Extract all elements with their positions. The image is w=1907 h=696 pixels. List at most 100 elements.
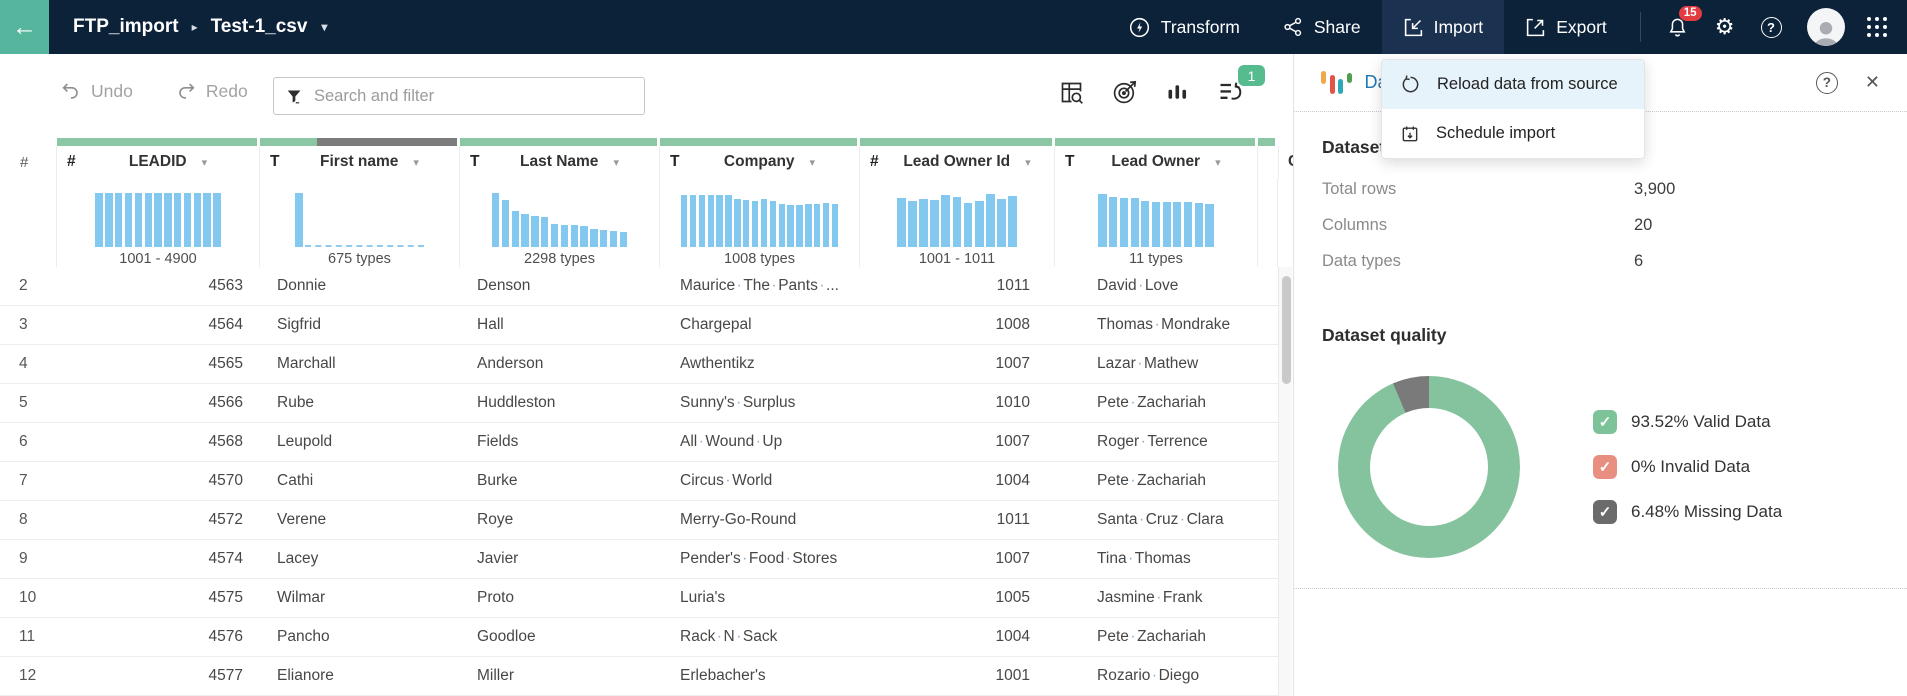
cell-last_name[interactable]: Fields (460, 423, 660, 461)
quality-legend-item[interactable]: ✓6.48% Missing Data (1593, 500, 1782, 524)
cell-lead_owner_id[interactable]: 1004 (860, 618, 1055, 656)
cell-lead_owner[interactable]: Santa·Cruz·Clara (1055, 501, 1258, 539)
cell-lead_owner[interactable]: Pete·Zachariah (1055, 618, 1258, 656)
cell-leadid[interactable]: 4575 (57, 579, 260, 617)
cell-lead_owner_id[interactable]: 1011 (860, 267, 1055, 305)
cell-first_name[interactable]: Cathi (260, 462, 460, 500)
chevron-down-icon[interactable]: ▾ (613, 156, 619, 169)
column-histogram[interactable] (1258, 178, 1278, 267)
cell-last_name[interactable]: Proto (460, 579, 660, 617)
data-quality-target-button[interactable] (1111, 79, 1138, 106)
share-button[interactable]: Share (1261, 0, 1382, 54)
table-search-button[interactable] (1058, 79, 1085, 106)
scrollbar-thumb[interactable] (1282, 276, 1291, 384)
checkbox-checked-icon[interactable]: ✓ (1593, 410, 1617, 434)
cell-lead_owner_id[interactable]: 1007 (860, 345, 1055, 383)
redo-button[interactable]: Redo (175, 80, 248, 102)
cell-leadid[interactable]: 4565 (57, 345, 260, 383)
cell-lead_owner[interactable]: Tina·Thomas (1055, 540, 1258, 578)
column-header-clipped[interactable]: C (1258, 146, 1279, 178)
cell-last_name[interactable]: Miller (460, 657, 660, 695)
checkbox-checked-icon[interactable]: ✓ (1593, 500, 1617, 524)
close-icon[interactable]: ✕ (1865, 72, 1880, 93)
cell-leadid[interactable]: 4576 (57, 618, 260, 656)
cell-lead_owner_id[interactable]: 1007 (860, 540, 1055, 578)
cell-company[interactable]: All·Wound·Up (660, 423, 860, 461)
cell-lead_owner[interactable]: Roger·Terrence (1055, 423, 1258, 461)
cell-lead_owner[interactable]: Jasmine·Frank (1055, 579, 1258, 617)
column-header-last_name[interactable]: TLast Name▾ (460, 146, 660, 178)
chevron-down-icon[interactable]: ▾ (1215, 156, 1221, 169)
column-histogram[interactable]: 1001 - 1011 (860, 178, 1055, 267)
column-header-first_name[interactable]: TFirst name▾ (260, 146, 460, 178)
help-button[interactable]: ? (1748, 0, 1795, 54)
cell-lead_owner_id[interactable]: 1007 (860, 423, 1055, 461)
column-stats-button[interactable] (1164, 79, 1191, 106)
cell-last_name[interactable]: Goodloe (460, 618, 660, 656)
applied-steps-button[interactable]: 1 (1217, 78, 1245, 106)
export-button[interactable]: Export (1504, 0, 1628, 54)
cell-lead_owner[interactable]: Pete·Zachariah (1055, 384, 1258, 422)
cell-lead_owner_id[interactable]: 1005 (860, 579, 1055, 617)
column-histogram[interactable]: 11 types (1055, 178, 1258, 267)
cell-first_name[interactable]: Marchall (260, 345, 460, 383)
cell-first_name[interactable]: Elianore (260, 657, 460, 695)
cell-clipped[interactable] (1258, 345, 1278, 383)
cell-lead_owner[interactable]: David·Love (1055, 267, 1258, 305)
cell-leadid[interactable]: 4564 (57, 306, 260, 344)
column-histogram[interactable] (0, 178, 57, 267)
chevron-down-icon[interactable]: ▾ (202, 156, 208, 169)
back-button[interactable]: ← (0, 0, 49, 54)
menu-item-schedule-import[interactable]: Schedule import (1382, 109, 1644, 158)
cell-company[interactable]: Erlebacher's (660, 657, 860, 695)
cell-lead_owner_id[interactable]: 1008 (860, 306, 1055, 344)
cell-leadid[interactable]: 4577 (57, 657, 260, 695)
cell-leadid[interactable]: 4566 (57, 384, 260, 422)
quality-legend-item[interactable]: ✓93.52% Valid Data (1593, 410, 1782, 434)
cell-lead_owner[interactable]: Lazar·Mathew (1055, 345, 1258, 383)
dataset-caret-icon[interactable]: ▾ (321, 20, 327, 34)
import-button[interactable]: Import (1382, 0, 1505, 54)
cell-first_name[interactable]: Donnie (260, 267, 460, 305)
cell-lead_owner[interactable]: Rozario·Diego (1055, 657, 1258, 695)
cell-first_name[interactable]: Sigfrid (260, 306, 460, 344)
column-header-rownum[interactable]: # (0, 146, 57, 178)
cell-leadid[interactable]: 4568 (57, 423, 260, 461)
cell-leadid[interactable]: 4572 (57, 501, 260, 539)
cell-lead_owner[interactable]: Thomas·Mondrake (1055, 306, 1258, 344)
cell-clipped[interactable] (1258, 384, 1278, 422)
column-histogram[interactable]: 1008 types (660, 178, 860, 267)
cell-leadid[interactable]: 4574 (57, 540, 260, 578)
cell-first_name[interactable]: Pancho (260, 618, 460, 656)
transform-button[interactable]: Transform (1107, 0, 1261, 54)
search-input[interactable] (314, 87, 632, 106)
chevron-down-icon[interactable]: ▾ (1025, 156, 1031, 169)
cell-clipped[interactable] (1258, 501, 1278, 539)
chevron-down-icon[interactable]: ▾ (413, 156, 419, 169)
undo-button[interactable]: Undo (60, 80, 133, 102)
cell-last_name[interactable]: Huddleston (460, 384, 660, 422)
cell-first_name[interactable]: Lacey (260, 540, 460, 578)
cell-company[interactable]: Awthentikz (660, 345, 860, 383)
apps-grid-icon[interactable] (1867, 17, 1888, 38)
checkbox-checked-icon[interactable]: ✓ (1593, 455, 1617, 479)
cell-lead_owner_id[interactable]: 1011 (860, 501, 1055, 539)
column-histogram[interactable]: 675 types (260, 178, 460, 267)
cell-clipped[interactable] (1258, 462, 1278, 500)
cell-company[interactable]: Maurice·The·Pants·... (660, 267, 860, 305)
cell-last_name[interactable]: Hall (460, 306, 660, 344)
cell-company[interactable]: Luria's (660, 579, 860, 617)
cell-clipped[interactable] (1258, 423, 1278, 461)
cell-company[interactable]: Circus·World (660, 462, 860, 500)
cell-lead_owner_id[interactable]: 1010 (860, 384, 1055, 422)
cell-lead_owner_id[interactable]: 1004 (860, 462, 1055, 500)
cell-clipped[interactable] (1258, 267, 1278, 305)
column-header-leadid[interactable]: #LEADID▾ (57, 146, 260, 178)
cell-company[interactable]: Sunny's·Surplus (660, 384, 860, 422)
cell-clipped[interactable] (1258, 618, 1278, 656)
cell-last_name[interactable]: Anderson (460, 345, 660, 383)
cell-company[interactable]: Chargepal (660, 306, 860, 344)
cell-company[interactable]: Merry-Go-Round (660, 501, 860, 539)
cell-first_name[interactable]: Leupold (260, 423, 460, 461)
cell-last_name[interactable]: Roye (460, 501, 660, 539)
